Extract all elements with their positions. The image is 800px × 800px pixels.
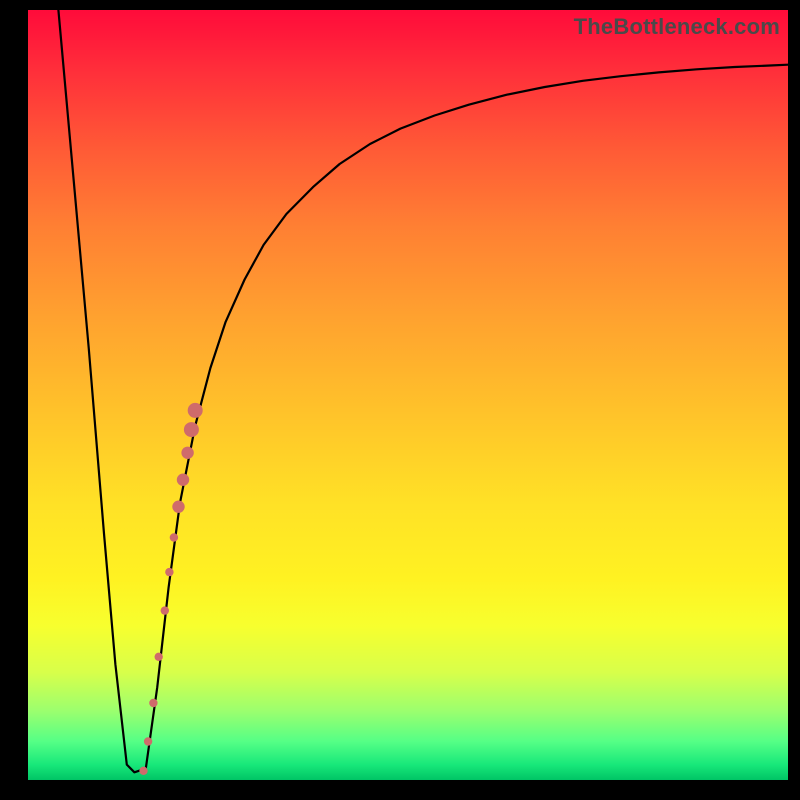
marker-point: [177, 474, 189, 486]
marker-point: [144, 737, 152, 745]
marker-point: [149, 699, 157, 707]
marker-point: [170, 533, 178, 541]
marker-point: [139, 767, 147, 775]
plot-area: TheBottleneck.com: [28, 10, 788, 780]
chart-overlay: [28, 10, 788, 780]
marker-point: [165, 568, 173, 576]
chart-frame: TheBottleneck.com: [0, 0, 800, 800]
marker-point: [181, 447, 193, 459]
highlight-markers: [139, 403, 202, 775]
marker-point: [184, 422, 199, 437]
marker-point: [161, 606, 169, 614]
marker-point: [155, 653, 163, 661]
bottleneck-curve: [58, 10, 788, 772]
marker-point: [172, 501, 184, 513]
marker-point: [188, 403, 203, 418]
